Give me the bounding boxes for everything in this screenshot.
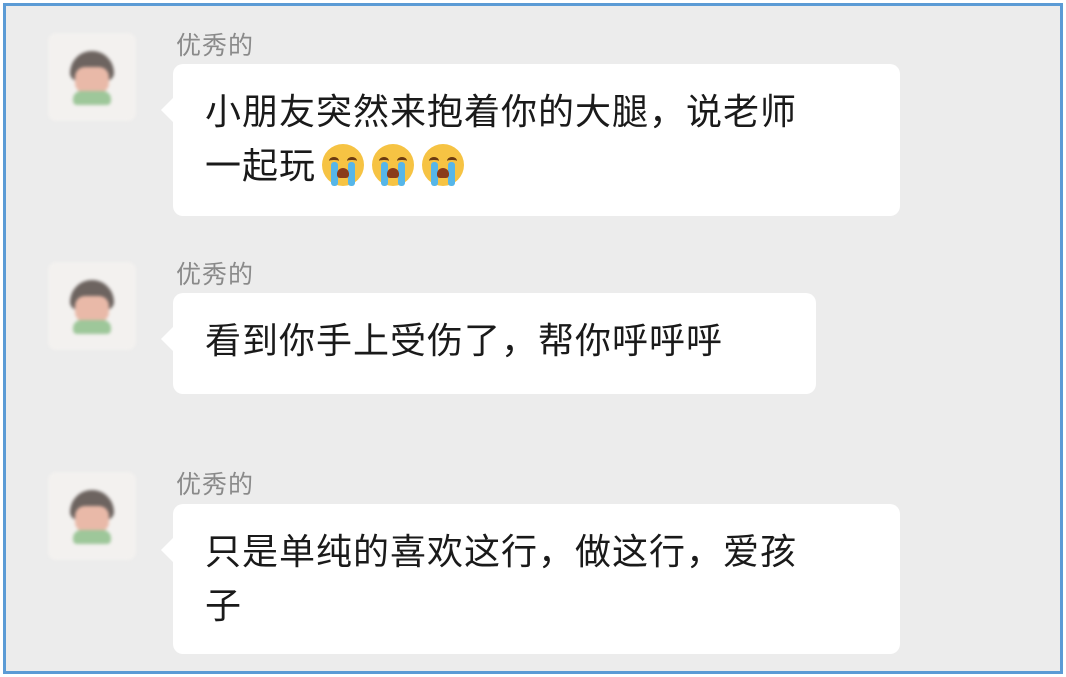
message-text-line: 小朋友突然来抱着你的大腿，说老师 (205, 92, 798, 133)
sender-name: 优秀的 (176, 261, 255, 289)
message-bubble[interactable]: 只是单纯的喜欢这行，做这行，爱孩 子 (161, 504, 900, 654)
message-bubble[interactable]: 小朋友突然来抱着你的大腿，说老师 一起玩 (161, 64, 900, 216)
chat-screenshot-frame: 优秀的 小朋友突然来抱着你的大腿，说老师 一起玩 优秀的 看到你手上受伤了，帮你… (3, 3, 1063, 674)
avatar[interactable] (48, 472, 136, 560)
message-text-line: 一起玩 (205, 140, 870, 194)
message-bubble[interactable]: 看到你手上受伤了，帮你呼呼呼 (161, 293, 816, 394)
crying-face-icon (372, 144, 415, 186)
message-text: 一起玩 (205, 146, 317, 187)
sender-name: 优秀的 (176, 32, 255, 60)
message-text-line: 只是单纯的喜欢这行，做这行，爱孩 (205, 532, 798, 573)
avatar[interactable] (48, 262, 136, 350)
avatar[interactable] (48, 33, 136, 121)
crying-face-icon (322, 144, 365, 186)
message-text-line: 看到你手上受伤了，帮你呼呼呼 (205, 321, 724, 362)
message-text-line: 子 (205, 586, 243, 627)
crying-face-icon (422, 144, 465, 186)
sender-name: 优秀的 (176, 471, 255, 499)
